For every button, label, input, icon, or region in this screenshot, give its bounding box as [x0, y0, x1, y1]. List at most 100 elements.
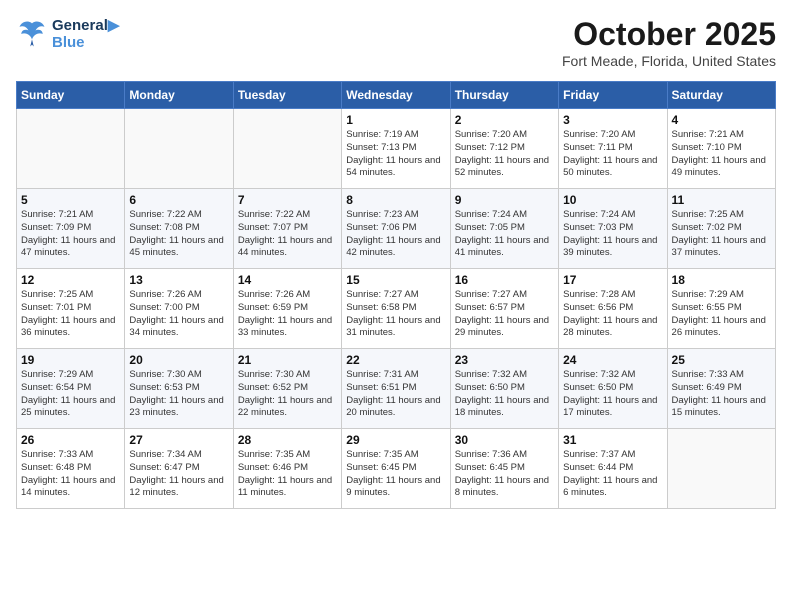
day-info: Sunrise: 7:36 AM Sunset: 6:45 PM Dayligh… — [455, 449, 554, 500]
calendar-cell: 5 Sunrise: 7:21 AM Sunset: 7:09 PM Daylig… — [17, 189, 125, 269]
calendar-table: SundayMondayTuesdayWednesdayThursdayFrid… — [16, 81, 776, 509]
day-info: Sunrise: 7:33 AM Sunset: 6:49 PM Dayligh… — [672, 369, 771, 420]
day-info: Sunrise: 7:26 AM Sunset: 7:00 PM Dayligh… — [129, 289, 228, 340]
calendar-cell: 25 Sunrise: 7:33 AM Sunset: 6:49 PM Dayli… — [667, 349, 775, 429]
calendar-cell: 27 Sunrise: 7:34 AM Sunset: 6:47 PM Dayli… — [125, 429, 233, 509]
calendar-cell: 19 Sunrise: 7:29 AM Sunset: 6:54 PM Dayli… — [17, 349, 125, 429]
day-info: Sunrise: 7:27 AM Sunset: 6:58 PM Dayligh… — [346, 289, 445, 340]
day-number: 12 — [21, 273, 120, 287]
day-info: Sunrise: 7:35 AM Sunset: 6:46 PM Dayligh… — [238, 449, 337, 500]
day-info: Sunrise: 7:25 AM Sunset: 7:02 PM Dayligh… — [672, 209, 771, 260]
day-info: Sunrise: 7:24 AM Sunset: 7:05 PM Dayligh… — [455, 209, 554, 260]
day-number: 11 — [672, 193, 771, 207]
logo-icon — [16, 18, 48, 50]
calendar-week-row: 12Sunrise: 7:25 AM Sunset: 7:01 PM Dayli… — [17, 269, 776, 349]
calendar-cell: 7 Sunrise: 7:22 AM Sunset: 7:07 PM Daylig… — [233, 189, 341, 269]
day-info: Sunrise: 7:21 AM Sunset: 7:10 PM Dayligh… — [672, 129, 771, 180]
logo-text: General▶ Blue — [52, 16, 119, 51]
day-number: 6 — [129, 193, 228, 207]
calendar-week-row: 1 Sunrise: 7:19 AM Sunset: 7:13 PM Daylig… — [17, 109, 776, 189]
day-info: Sunrise: 7:28 AM Sunset: 6:56 PM Dayligh… — [563, 289, 662, 340]
weekday-header: Monday — [125, 82, 233, 109]
calendar-cell: 2 Sunrise: 7:20 AM Sunset: 7:12 PM Daylig… — [450, 109, 558, 189]
weekday-header: Tuesday — [233, 82, 341, 109]
calendar-cell: 11 Sunrise: 7:25 AM Sunset: 7:02 PM Dayli… — [667, 189, 775, 269]
day-info: Sunrise: 7:22 AM Sunset: 7:07 PM Dayligh… — [238, 209, 337, 260]
day-info: Sunrise: 7:21 AM Sunset: 7:09 PM Dayligh… — [21, 209, 120, 260]
calendar-week-row: 19 Sunrise: 7:29 AM Sunset: 6:54 PM Dayli… — [17, 349, 776, 429]
day-number: 9 — [455, 193, 554, 207]
day-number: 30 — [455, 433, 554, 447]
calendar-cell: 1 Sunrise: 7:19 AM Sunset: 7:13 PM Daylig… — [342, 109, 450, 189]
calendar-cell: 26 Sunrise: 7:33 AM Sunset: 6:48 PM Dayli… — [17, 429, 125, 509]
calendar-cell: 8 Sunrise: 7:23 AM Sunset: 7:06 PM Daylig… — [342, 189, 450, 269]
day-number: 25 — [672, 353, 771, 367]
day-info: Sunrise: 7:27 AM Sunset: 6:57 PM Dayligh… — [455, 289, 554, 340]
weekday-header: Saturday — [667, 82, 775, 109]
day-number: 4 — [672, 113, 771, 127]
calendar-cell: 6Sunrise: 7:22 AM Sunset: 7:08 PM Daylig… — [125, 189, 233, 269]
calendar-cell — [667, 429, 775, 509]
calendar-cell: 22Sunrise: 7:31 AM Sunset: 6:51 PM Dayli… — [342, 349, 450, 429]
day-number: 1 — [346, 113, 445, 127]
calendar-cell: 28 Sunrise: 7:35 AM Sunset: 6:46 PM Dayli… — [233, 429, 341, 509]
calendar-cell: 14 Sunrise: 7:26 AM Sunset: 6:59 PM Dayli… — [233, 269, 341, 349]
day-info: Sunrise: 7:32 AM Sunset: 6:50 PM Dayligh… — [563, 369, 662, 420]
calendar-cell: 15 Sunrise: 7:27 AM Sunset: 6:58 PM Dayli… — [342, 269, 450, 349]
day-info: Sunrise: 7:23 AM Sunset: 7:06 PM Dayligh… — [346, 209, 445, 260]
day-number: 31 — [563, 433, 662, 447]
calendar-cell: 4 Sunrise: 7:21 AM Sunset: 7:10 PM Daylig… — [667, 109, 775, 189]
calendar-cell — [233, 109, 341, 189]
day-info: Sunrise: 7:33 AM Sunset: 6:48 PM Dayligh… — [21, 449, 120, 500]
calendar-cell: 16Sunrise: 7:27 AM Sunset: 6:57 PM Dayli… — [450, 269, 558, 349]
logo: General▶ Blue — [16, 16, 119, 51]
day-info: Sunrise: 7:37 AM Sunset: 6:44 PM Dayligh… — [563, 449, 662, 500]
month-title: October 2025 — [562, 16, 776, 53]
day-info: Sunrise: 7:29 AM Sunset: 6:54 PM Dayligh… — [21, 369, 120, 420]
day-info: Sunrise: 7:20 AM Sunset: 7:12 PM Dayligh… — [455, 129, 554, 180]
day-number: 26 — [21, 433, 120, 447]
calendar-week-row: 26 Sunrise: 7:33 AM Sunset: 6:48 PM Dayli… — [17, 429, 776, 509]
calendar-cell: 20Sunrise: 7:30 AM Sunset: 6:53 PM Dayli… — [125, 349, 233, 429]
calendar-cell: 30 Sunrise: 7:36 AM Sunset: 6:45 PM Dayli… — [450, 429, 558, 509]
day-number: 7 — [238, 193, 337, 207]
day-number: 8 — [346, 193, 445, 207]
day-info: Sunrise: 7:19 AM Sunset: 7:13 PM Dayligh… — [346, 129, 445, 180]
calendar-cell: 29 Sunrise: 7:35 AM Sunset: 6:45 PM Dayli… — [342, 429, 450, 509]
day-number: 5 — [21, 193, 120, 207]
day-number: 17 — [563, 273, 662, 287]
calendar-week-row: 5 Sunrise: 7:21 AM Sunset: 7:09 PM Daylig… — [17, 189, 776, 269]
day-number: 29 — [346, 433, 445, 447]
day-info: Sunrise: 7:30 AM Sunset: 6:53 PM Dayligh… — [129, 369, 228, 420]
calendar-cell: 13Sunrise: 7:26 AM Sunset: 7:00 PM Dayli… — [125, 269, 233, 349]
calendar-cell: 3Sunrise: 7:20 AM Sunset: 7:11 PM Daylig… — [559, 109, 667, 189]
calendar-cell: 23Sunrise: 7:32 AM Sunset: 6:50 PM Dayli… — [450, 349, 558, 429]
weekday-header: Friday — [559, 82, 667, 109]
calendar-cell: 12Sunrise: 7:25 AM Sunset: 7:01 PM Dayli… — [17, 269, 125, 349]
calendar-cell: 17 Sunrise: 7:28 AM Sunset: 6:56 PM Dayli… — [559, 269, 667, 349]
day-info: Sunrise: 7:30 AM Sunset: 6:52 PM Dayligh… — [238, 369, 337, 420]
day-number: 10 — [563, 193, 662, 207]
day-number: 21 — [238, 353, 337, 367]
day-info: Sunrise: 7:35 AM Sunset: 6:45 PM Dayligh… — [346, 449, 445, 500]
day-number: 3 — [563, 113, 662, 127]
day-info: Sunrise: 7:32 AM Sunset: 6:50 PM Dayligh… — [455, 369, 554, 420]
calendar-header-row: SundayMondayTuesdayWednesdayThursdayFrid… — [17, 82, 776, 109]
day-number: 28 — [238, 433, 337, 447]
day-number: 24 — [563, 353, 662, 367]
page-header: General▶ Blue October 2025 Fort Meade, F… — [16, 16, 776, 69]
calendar-cell — [125, 109, 233, 189]
day-number: 2 — [455, 113, 554, 127]
day-info: Sunrise: 7:29 AM Sunset: 6:55 PM Dayligh… — [672, 289, 771, 340]
day-number: 27 — [129, 433, 228, 447]
day-info: Sunrise: 7:26 AM Sunset: 6:59 PM Dayligh… — [238, 289, 337, 340]
day-info: Sunrise: 7:34 AM Sunset: 6:47 PM Dayligh… — [129, 449, 228, 500]
calendar-cell: 24 Sunrise: 7:32 AM Sunset: 6:50 PM Dayli… — [559, 349, 667, 429]
day-number: 15 — [346, 273, 445, 287]
calendar-cell: 9 Sunrise: 7:24 AM Sunset: 7:05 PM Daylig… — [450, 189, 558, 269]
day-number: 14 — [238, 273, 337, 287]
calendar-cell: 10 Sunrise: 7:24 AM Sunset: 7:03 PM Dayli… — [559, 189, 667, 269]
day-number: 19 — [21, 353, 120, 367]
calendar-cell: 31 Sunrise: 7:37 AM Sunset: 6:44 PM Dayli… — [559, 429, 667, 509]
day-info: Sunrise: 7:24 AM Sunset: 7:03 PM Dayligh… — [563, 209, 662, 260]
